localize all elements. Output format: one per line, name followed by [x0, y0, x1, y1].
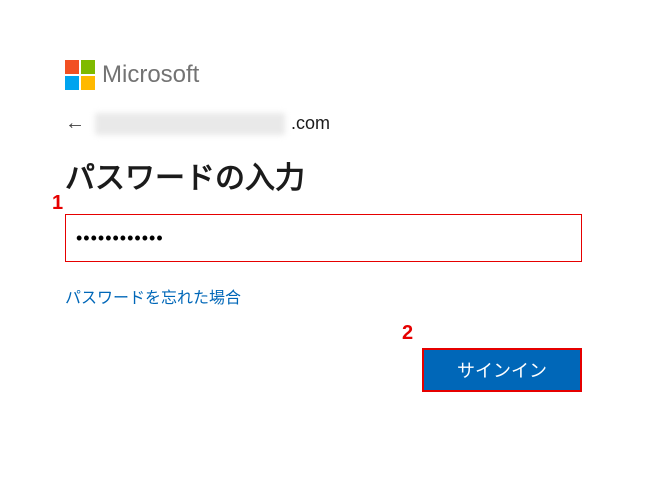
signin-button-wrap: 2 サインイン — [422, 348, 582, 392]
identity-email-blurred — [95, 113, 285, 135]
annotation-2: 2 — [402, 322, 413, 345]
identity-email-suffix: .com — [291, 113, 330, 134]
identity-row: ← .com — [65, 112, 592, 135]
password-input[interactable] — [65, 214, 582, 262]
password-field-wrap: 1 — [65, 214, 592, 262]
brand-header: Microsoft — [65, 60, 592, 90]
back-arrow-icon[interactable]: ← — [65, 112, 85, 135]
page-title: パスワードの入力 — [65, 153, 592, 197]
brand-name: Microsoft — [102, 61, 199, 89]
signin-button[interactable]: サインイン — [422, 348, 582, 392]
forgot-password-link[interactable]: パスワードを忘れた場合 — [65, 284, 241, 308]
annotation-1: 1 — [52, 192, 63, 215]
button-row: 2 サインイン — [65, 348, 582, 392]
microsoft-logo-icon — [65, 60, 95, 90]
